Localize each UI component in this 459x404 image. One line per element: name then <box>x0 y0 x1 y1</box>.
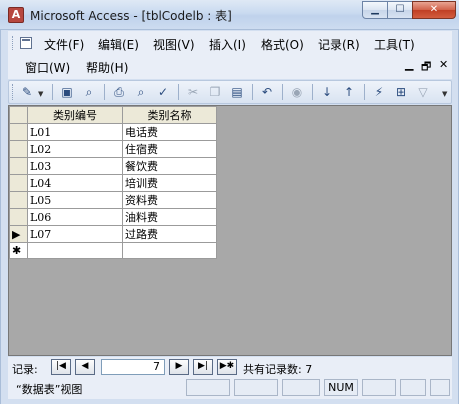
last-record-button[interactable]: ▶| <box>193 359 213 375</box>
table-row[interactable]: L04 培训费 <box>9 174 217 192</box>
select-all-cell[interactable] <box>9 106 28 124</box>
menu-format[interactable]: 格式(O) <box>261 36 304 53</box>
access-icon[interactable]: A <box>8 7 24 23</box>
doc-restore-button[interactable]: 🗗 <box>421 58 431 77</box>
sort-descending-icon[interactable]: ↑ <box>340 83 358 101</box>
print-icon[interactable]: ⎙ <box>110 83 128 101</box>
table-row[interactable]: L06 油料费 <box>9 208 217 226</box>
current-row-indicator[interactable]: ▶ <box>9 225 28 243</box>
print-preview-icon[interactable]: ⌕ <box>132 83 150 101</box>
cell-code[interactable]: L06 <box>27 208 123 226</box>
new-record-button[interactable]: ▶✱ <box>217 359 237 375</box>
cell-code[interactable]: L01 <box>27 123 123 141</box>
toolbar-overflow-icon[interactable]: ▼ <box>442 90 447 98</box>
cell-name[interactable]: 培训费 <box>122 174 217 192</box>
status-panel <box>362 379 396 396</box>
menu-view[interactable]: 视图(V) <box>153 36 195 53</box>
table-row[interactable]: L03 餐饮费 <box>9 157 217 175</box>
new-record-row[interactable]: ✱ <box>9 242 217 259</box>
toolbar-separator <box>312 84 313 100</box>
cell-code[interactable]: L03 <box>27 157 123 175</box>
row-selector[interactable] <box>9 174 28 192</box>
filter-by-form-icon[interactable]: ⊞ <box>392 83 410 101</box>
toolbar-separator <box>178 84 179 100</box>
toolbar-separator <box>282 84 283 100</box>
window-title: Microsoft Access - [tblCodelb : 表] <box>30 9 232 23</box>
cell-code[interactable]: L07 <box>27 225 123 243</box>
menu-file[interactable]: 文件(F) <box>44 36 84 53</box>
menu-insert[interactable]: 插入(I) <box>209 36 246 53</box>
table-row[interactable]: L01 电话费 <box>9 123 217 141</box>
toolbar-separator <box>104 84 105 100</box>
previous-record-button[interactable]: ◀ <box>75 359 95 375</box>
header-row: 类别编号 类别名称 <box>9 106 217 124</box>
cell-code[interactable]: L02 <box>27 140 123 158</box>
menu-grip[interactable] <box>12 36 15 50</box>
menu-edit[interactable]: 编辑(E) <box>98 36 139 53</box>
copy-icon[interactable]: ❐ <box>206 83 224 101</box>
cell-code[interactable]: L05 <box>27 191 123 209</box>
insert-hyperlink-icon[interactable]: ◉ <box>288 83 306 101</box>
toolbar-separator <box>364 84 365 100</box>
menu-help[interactable]: 帮助(H) <box>86 59 128 76</box>
row-selector[interactable] <box>9 191 28 209</box>
record-count: 共有记录数: 7 <box>243 363 313 376</box>
table-row[interactable]: L05 资料费 <box>9 191 217 209</box>
cell-name[interactable]: 油料费 <box>122 208 217 226</box>
status-panel <box>430 379 450 396</box>
sort-ascending-icon[interactable]: ↓ <box>318 83 336 101</box>
new-record-indicator[interactable]: ✱ <box>9 242 28 259</box>
cell-code[interactable]: L04 <box>27 174 123 192</box>
row-selector[interactable] <box>9 157 28 175</box>
menu-window[interactable]: 窗口(W) <box>25 59 70 76</box>
menu-records[interactable]: 记录(R) <box>318 36 360 53</box>
design-view-icon[interactable]: ✎ <box>18 83 36 101</box>
current-record-input[interactable]: 7 <box>101 359 165 375</box>
menu-tools[interactable]: 工具(T) <box>374 36 415 53</box>
row-selector[interactable] <box>9 208 28 226</box>
spelling-icon[interactable]: ✓ <box>154 83 172 101</box>
row-selector[interactable] <box>9 140 28 158</box>
datasheet[interactable]: 类别编号 类别名称 L01 电话费 L02 住宿费 L03 餐饮费 L04 培训… <box>8 105 452 356</box>
column-header-name[interactable]: 类别名称 <box>122 106 217 124</box>
table-row[interactable]: L02 住宿费 <box>9 140 217 158</box>
record-label: 记录: <box>12 363 38 376</box>
search-icon[interactable]: ⌕ <box>80 83 98 101</box>
cell-name[interactable] <box>122 242 217 259</box>
cell-name[interactable]: 餐饮费 <box>122 157 217 175</box>
design-view-dropdown-icon[interactable]: ▼ <box>38 90 43 98</box>
apply-filter-icon[interactable]: ▽ <box>414 83 432 101</box>
doc-minimize-button[interactable]: ▁ <box>405 58 413 71</box>
cell-name[interactable]: 电话费 <box>122 123 217 141</box>
minimize-button[interactable]: ▁ <box>362 1 388 19</box>
save-icon[interactable]: ▣ <box>58 83 76 101</box>
datasheet-grid: 类别编号 类别名称 L01 电话费 L02 住宿费 L03 餐饮费 L04 培训… <box>9 106 217 259</box>
status-view-text: “数据表”视图 <box>16 383 83 396</box>
toolbar-separator <box>52 84 53 100</box>
num-lock-indicator: NUM <box>324 379 358 396</box>
column-header-code[interactable]: 类别编号 <box>27 106 123 124</box>
status-panel <box>234 379 278 396</box>
doc-close-button[interactable]: ✕ <box>439 58 448 71</box>
close-button[interactable]: ✕ <box>412 1 456 19</box>
cell-name[interactable]: 资料费 <box>122 191 217 209</box>
toolbar-grip[interactable] <box>12 84 15 100</box>
row-selector[interactable] <box>9 123 28 141</box>
filter-by-selection-icon[interactable]: ⚡ <box>370 83 388 101</box>
cut-icon[interactable]: ✂ <box>184 83 202 101</box>
toolbar-separator <box>252 84 253 100</box>
maximize-button[interactable]: ☐ <box>387 1 413 19</box>
status-panel <box>400 379 426 396</box>
undo-icon[interactable]: ↶ <box>258 83 276 101</box>
paste-icon[interactable]: ▤ <box>228 83 246 101</box>
document-icon[interactable] <box>20 37 32 49</box>
cell-code[interactable] <box>27 242 123 259</box>
next-record-button[interactable]: ▶ <box>169 359 189 375</box>
cell-name[interactable]: 过路费 <box>122 225 217 243</box>
cell-name[interactable]: 住宿费 <box>122 140 217 158</box>
first-record-button[interactable]: |◀ <box>51 359 71 375</box>
status-panel <box>186 379 230 396</box>
table-row[interactable]: ▶ L07 过路费 <box>9 225 217 243</box>
status-panel <box>282 379 320 396</box>
